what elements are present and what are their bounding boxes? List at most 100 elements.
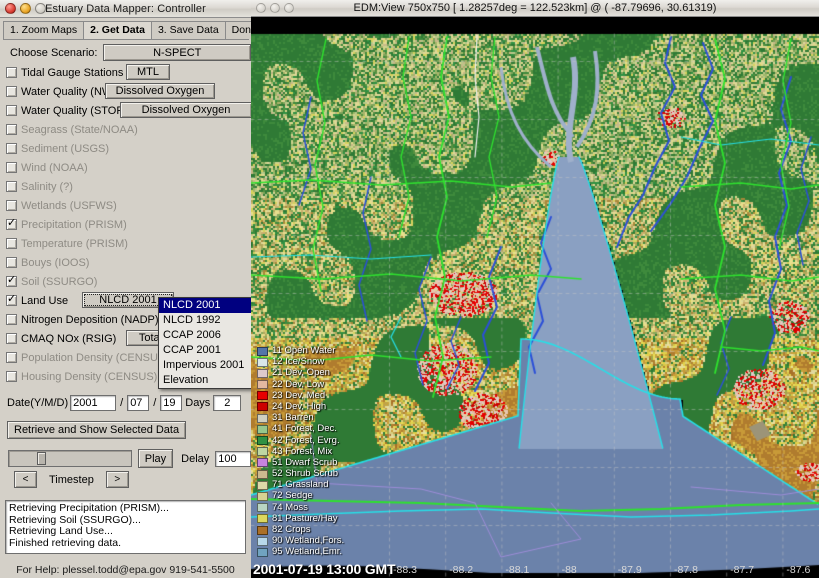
longitude-label: -88.1 bbox=[505, 564, 529, 576]
status-log: Retrieving Precipitation (PRISM)...Retri… bbox=[5, 500, 246, 554]
legend-item: 43 Forest, Mix bbox=[257, 446, 344, 457]
checkbox-bouys-ioos[interactable] bbox=[6, 257, 17, 268]
minimize-icon[interactable] bbox=[20, 3, 31, 14]
label-seagrass-state-noaa: Seagrass (State/NOAA) bbox=[21, 124, 138, 136]
year-field[interactable]: 2001 bbox=[70, 395, 116, 411]
label-bouys-ioos: Bouys (IOOS) bbox=[21, 257, 89, 269]
legend-label-11: 11 Open Water bbox=[272, 346, 335, 356]
checkbox-water-quality-storet[interactable] bbox=[6, 105, 17, 116]
retrieve-and-show-button[interactable]: Retrieve and Show Selected Data bbox=[7, 421, 186, 439]
dropdown-item-ccap-2006[interactable]: CCAP 2006 bbox=[159, 328, 251, 343]
legend-label-82: 82 Crops bbox=[272, 525, 311, 535]
longitude-label: -87.7 bbox=[730, 564, 754, 576]
timestep-next-button[interactable]: > bbox=[106, 471, 129, 488]
legend-swatch-82 bbox=[257, 526, 268, 535]
legend-label-71: 71 Grassland bbox=[272, 480, 329, 490]
tab-bar: 1. Zoom Maps2. Get Data3. Save DataDone bbox=[0, 18, 251, 39]
checkbox-salinity[interactable] bbox=[6, 181, 17, 192]
label-sediment-usgs: Sediment (USGS) bbox=[21, 143, 109, 155]
date-row: Date(Y/M/D) 2001 / 07 / 19 Days 2 bbox=[0, 392, 251, 414]
legend-swatch-31 bbox=[257, 414, 268, 423]
date-sep-1: / bbox=[120, 397, 123, 409]
legend-swatch-24 bbox=[257, 402, 268, 411]
day-field[interactable]: 19 bbox=[160, 395, 182, 411]
checkbox-wind-noaa[interactable] bbox=[6, 162, 17, 173]
days-field[interactable]: 2 bbox=[213, 395, 241, 411]
legend-swatch-12 bbox=[257, 358, 268, 367]
play-button[interactable]: Play bbox=[138, 449, 173, 468]
dropdown-item-ccap-2001[interactable]: CCAP 2001 bbox=[159, 343, 251, 358]
scenario-button[interactable]: N-SPECT bbox=[103, 44, 251, 61]
scenario-label: Choose Scenario: bbox=[10, 47, 97, 59]
month-field[interactable]: 07 bbox=[127, 395, 149, 411]
legend-label-43: 43 Forest, Mix bbox=[272, 447, 332, 457]
checkbox-sediment-usgs[interactable] bbox=[6, 143, 17, 154]
close-icon[interactable] bbox=[5, 3, 16, 14]
tab-3-save-data[interactable]: 3. Save Data bbox=[151, 21, 226, 39]
checkbox-housing-density-census[interactable] bbox=[6, 371, 17, 382]
legend-item: 74 Moss bbox=[257, 502, 344, 513]
longitude-label: -87.9 bbox=[618, 564, 642, 576]
checkbox-seagrass-state-noaa[interactable] bbox=[6, 124, 17, 135]
label-wetlands-usfws: Wetlands (USFWS) bbox=[21, 200, 117, 212]
map-canvas-container[interactable]: 11 Open Water12 Ice/Snow21 Dev, Open22 D… bbox=[251, 17, 819, 578]
delay-field[interactable]: 100 bbox=[215, 451, 251, 467]
dropdown-item-nlcd-2001[interactable]: NLCD 2001 bbox=[159, 298, 251, 313]
checkbox-cmaq-nox-rsig[interactable] bbox=[6, 333, 17, 344]
legend-label-95: 95 Wetland,Emr. bbox=[272, 547, 342, 557]
map-title: EDM:View 750x750 [ 1.28257deg = 122.523k… bbox=[251, 2, 819, 14]
legend-label-12: 12 Ice/Snow bbox=[272, 357, 324, 367]
dropdown-item-elevation[interactable]: Elevation bbox=[159, 373, 251, 388]
legend-swatch-95 bbox=[257, 548, 268, 557]
tab-1-zoom-maps[interactable]: 1. Zoom Maps bbox=[3, 21, 84, 39]
checkbox-temperature-prism[interactable] bbox=[6, 238, 17, 249]
legend-item: 95 Wetland,Emr. bbox=[257, 547, 344, 558]
dataset-row: Bouys (IOOS) bbox=[0, 253, 251, 272]
legend-label-74: 74 Moss bbox=[272, 503, 308, 513]
legend-label-24: 24 Dev, High bbox=[272, 402, 326, 412]
longitude-label: -88.3 bbox=[393, 564, 417, 576]
legend-swatch-71 bbox=[257, 481, 268, 490]
checkbox-land-use[interactable] bbox=[6, 295, 17, 306]
longitude-label: -88.2 bbox=[449, 564, 473, 576]
dropdown-item-impervious-2001[interactable]: Impervious 2001 bbox=[159, 358, 251, 373]
timestep-slider[interactable] bbox=[8, 450, 132, 467]
landuse-dropdown-menu[interactable]: NLCD 2001NLCD 1992CCAP 2006CCAP 2001Impe… bbox=[158, 297, 251, 389]
legend-swatch-22 bbox=[257, 380, 268, 389]
label-temperature-prism: Temperature (PRISM) bbox=[21, 238, 128, 250]
checkbox-precipitation-prism[interactable] bbox=[6, 219, 17, 230]
tab-2-get-data[interactable]: 2. Get Data bbox=[83, 21, 152, 39]
label-soil-ssurgo: Soil (SSURGO) bbox=[21, 276, 97, 288]
tab-done[interactable]: Done bbox=[225, 21, 251, 39]
timestep-slider-thumb[interactable] bbox=[37, 452, 46, 465]
dataset-row: Salinity (?) bbox=[0, 177, 251, 196]
label-salinity: Salinity (?) bbox=[21, 181, 73, 193]
longitude-label: -87.6 bbox=[786, 564, 810, 576]
checkbox-tidal-gauge-stations-noaa[interactable] bbox=[6, 67, 17, 78]
window-controls[interactable] bbox=[0, 3, 46, 14]
option-button-tidal-gauge-stations-noaa[interactable]: MTL bbox=[126, 64, 170, 80]
legend-swatch-42 bbox=[257, 436, 268, 445]
legend-swatch-21 bbox=[257, 369, 268, 378]
checkbox-wetlands-usfws[interactable] bbox=[6, 200, 17, 211]
legend-swatch-51 bbox=[257, 458, 268, 467]
checkbox-water-quality-nwis[interactable] bbox=[6, 86, 17, 97]
timestep-prev-button[interactable]: < bbox=[14, 471, 37, 488]
date-sep-2: / bbox=[153, 397, 156, 409]
checkbox-nitrogen-deposition-nadp[interactable] bbox=[6, 314, 17, 325]
dropdown-item-nlcd-1992[interactable]: NLCD 1992 bbox=[159, 313, 251, 328]
option-button-water-quality-nwis[interactable]: Dissolved Oxygen bbox=[105, 83, 215, 99]
legend-item: 82 Crops bbox=[257, 524, 344, 535]
legend-label-21: 21 Dev, Open bbox=[272, 368, 330, 378]
checkbox-population-density-census[interactable] bbox=[6, 352, 17, 363]
legend-swatch-52 bbox=[257, 470, 268, 479]
option-button-water-quality-storet[interactable]: Dissolved Oxygen bbox=[120, 102, 251, 118]
label-land-use: Land Use bbox=[21, 295, 68, 307]
zoom-icon[interactable] bbox=[35, 3, 46, 14]
controller-window: Estuary Data Mapper: Controller 1. Zoom … bbox=[0, 0, 251, 578]
label-precipitation-prism: Precipitation (PRISM) bbox=[21, 219, 127, 231]
label-housing-density-census: Housing Density (CENSUS) bbox=[21, 371, 157, 383]
legend-item: 11 Open Water bbox=[257, 345, 344, 356]
longitude-label: -87.8 bbox=[674, 564, 698, 576]
checkbox-soil-ssurgo[interactable] bbox=[6, 276, 17, 287]
